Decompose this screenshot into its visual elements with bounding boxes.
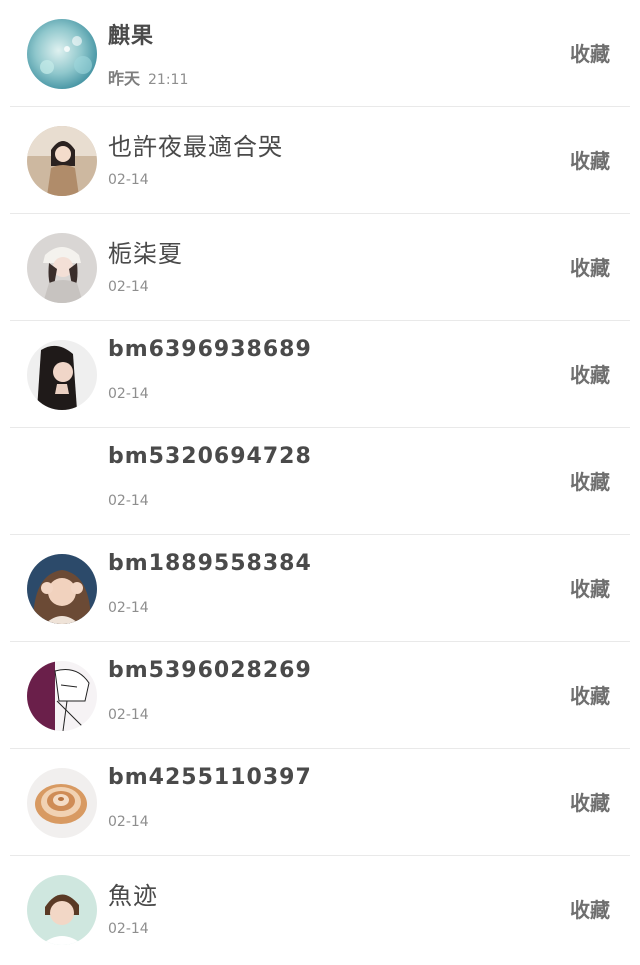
item-date: 02-14 [108, 921, 149, 937]
avatar[interactable] [27, 768, 97, 838]
favorites-list: 麒果 昨天 21:11 收藏 也許夜最適合哭 02-14 收藏 栀柒夏 02-1… [0, 0, 640, 963]
item-name: bm5396028269 [108, 658, 312, 683]
item-name: bm5320694728 [108, 444, 312, 469]
list-item[interactable]: bm5320694728 02-14 收藏 [0, 428, 640, 535]
avatar[interactable] [27, 340, 97, 410]
list-item[interactable]: 也許夜最適合哭 02-14 收藏 [0, 107, 640, 214]
list-item[interactable]: bm6396938689 02-14 收藏 [0, 321, 640, 428]
list-item[interactable]: bm4255110397 02-14 收藏 [0, 749, 640, 856]
item-date: 02-14 [108, 814, 149, 830]
avatar[interactable] [27, 126, 97, 196]
favorite-button[interactable]: 收藏 [570, 252, 610, 281]
list-item[interactable]: 魚迹 02-14 收藏 [0, 856, 640, 963]
item-date: 02-14 [108, 493, 149, 509]
avatar[interactable] [27, 447, 97, 517]
item-date: 02-14 [108, 600, 149, 616]
item-name: 魚迹 [108, 882, 158, 910]
list-item[interactable]: bm5396028269 02-14 收藏 [0, 642, 640, 749]
item-date-time: 21:11 [148, 72, 189, 88]
item-name: bm6396938689 [108, 337, 312, 362]
favorite-button[interactable]: 收藏 [570, 573, 610, 602]
favorite-button[interactable]: 收藏 [570, 787, 610, 816]
item-date: 02-14 [108, 279, 149, 295]
item-name: bm1889558384 [108, 551, 312, 576]
item-name: bm4255110397 [108, 765, 312, 790]
avatar[interactable] [27, 875, 97, 945]
item-date: 02-14 [108, 386, 149, 402]
avatar[interactable] [27, 554, 97, 624]
favorite-button[interactable]: 收藏 [570, 38, 610, 67]
avatar[interactable] [27, 661, 97, 731]
item-name: 也許夜最適合哭 [108, 133, 283, 161]
item-name: 栀柒夏 [108, 240, 183, 268]
list-item[interactable]: 麒果 昨天 21:11 收藏 [0, 0, 640, 107]
item-date: 02-14 [108, 707, 149, 723]
item-date: 02-14 [108, 172, 149, 188]
item-date-day: 昨天 [108, 69, 141, 88]
favorite-button[interactable]: 收藏 [570, 894, 610, 923]
avatar[interactable] [27, 19, 97, 89]
favorite-button[interactable]: 收藏 [570, 359, 610, 388]
list-item[interactable]: 栀柒夏 02-14 收藏 [0, 214, 640, 321]
item-name: 麒果 [108, 24, 155, 49]
avatar[interactable] [27, 233, 97, 303]
favorite-button[interactable]: 收藏 [570, 680, 610, 709]
list-item[interactable]: bm1889558384 02-14 收藏 [0, 535, 640, 642]
favorite-button[interactable]: 收藏 [570, 145, 610, 174]
item-date: 昨天 21:11 [108, 65, 188, 89]
favorite-button[interactable]: 收藏 [570, 466, 610, 495]
